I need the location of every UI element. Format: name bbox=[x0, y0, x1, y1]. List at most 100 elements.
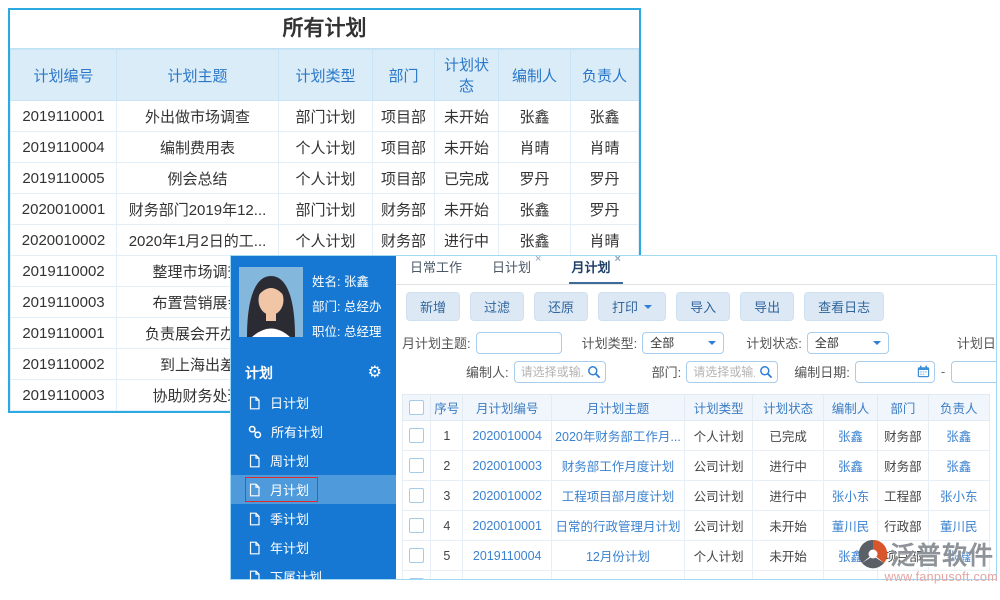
close-icon[interactable]: × bbox=[535, 256, 541, 272]
cell-plan-id: 2019110004 bbox=[11, 132, 117, 163]
cell-dept: 项目部 bbox=[878, 541, 928, 571]
plan-date-label: 计划日期: bbox=[957, 333, 996, 352]
dept-label: 部门: bbox=[652, 362, 682, 381]
cell-plan-status: 未开始 bbox=[753, 541, 823, 571]
close-icon[interactable]: × bbox=[614, 256, 620, 272]
page-title: 所有计划 bbox=[10, 10, 639, 49]
sidebar-item-monthly-plan[interactable]: 月计划 bbox=[231, 475, 396, 504]
cell-creator-link[interactable]: 张鑫 bbox=[823, 451, 877, 481]
user-info: 姓名: 张鑫 部门: 总经办 职位: 总经理 bbox=[312, 267, 381, 345]
row-checkbox[interactable] bbox=[409, 458, 424, 473]
cell-plan-subject-link[interactable]: 工程项目部月度计划 bbox=[552, 481, 685, 511]
sidebar-item-weekly-plan[interactable]: 周计划 bbox=[231, 446, 396, 475]
row-checkbox[interactable] bbox=[409, 578, 424, 579]
cell-plan-type: 部门计划 bbox=[684, 571, 752, 580]
cell-plan-id-link[interactable]: 2020010003 bbox=[463, 451, 552, 481]
sidebar-menu: 日计划 所有计划 周计划 月计划 季计划 年计划 下属计划 bbox=[231, 388, 396, 591]
cell-plan-subject-link[interactable]: 财务部工作月度计划 bbox=[552, 451, 685, 481]
user-card: 姓名: 张鑫 部门: 总经办 职位: 总经理 bbox=[231, 256, 396, 354]
sidebar-item-daily-plan[interactable]: 日计划 bbox=[231, 388, 396, 417]
row-checkbox[interactable] bbox=[409, 518, 424, 533]
cell-plan-type: 部门计划 bbox=[279, 101, 373, 132]
cell-owner-link[interactable]: 张鑫 bbox=[928, 421, 990, 451]
cell-plan-subject: 外出做市场调查 bbox=[117, 101, 279, 132]
tab-daily-plan[interactable]: 日计划 × bbox=[490, 256, 543, 284]
cell-plan-type: 个人计划 bbox=[279, 132, 373, 163]
gear-icon[interactable]: ⚙ bbox=[368, 366, 382, 380]
creator-label: 编制人: bbox=[466, 362, 509, 381]
cell-creator-link[interactable]: 张鑫 bbox=[823, 571, 877, 580]
row-checkbox[interactable] bbox=[409, 428, 424, 443]
col-owner: 负责人 bbox=[571, 50, 639, 101]
select-all-checkbox[interactable] bbox=[409, 400, 424, 415]
cell-plan-id-link[interactable]: 2020010004 bbox=[463, 421, 552, 451]
search-icon[interactable] bbox=[587, 365, 601, 379]
calendar-icon[interactable] bbox=[917, 365, 930, 378]
cell-creator: 肖晴 bbox=[499, 132, 571, 163]
file-icon bbox=[248, 512, 261, 526]
sidebar-item-yearly-plan[interactable]: 年计划 bbox=[231, 533, 396, 562]
search-icon[interactable] bbox=[759, 365, 773, 379]
table-row: 2019110004 编制费用表 个人计划 项目部 未开始 肖晴 肖晴 bbox=[11, 132, 639, 163]
cell-plan-type: 部门计划 bbox=[279, 194, 373, 225]
cell-plan-subject-link[interactable]: 12月份计划 bbox=[552, 541, 685, 571]
user-name: 姓名: 张鑫 bbox=[312, 270, 381, 295]
view-log-button[interactable]: 查看日志 bbox=[804, 292, 884, 321]
filter-button[interactable]: 过滤 bbox=[470, 292, 524, 321]
cell-plan-id-link[interactable]: 2019110002 bbox=[463, 571, 552, 580]
cell-plan-subject-link[interactable]: 11月部门计划 bbox=[552, 571, 685, 580]
row-checkbox[interactable] bbox=[409, 488, 424, 503]
status-select[interactable]: 全部 bbox=[807, 332, 889, 354]
cell-plan-status: 进行中 bbox=[435, 225, 499, 256]
sidebar-item-all-plans[interactable]: 所有计划 bbox=[231, 417, 396, 446]
restore-button[interactable]: 还原 bbox=[534, 292, 588, 321]
print-label: 打印 bbox=[612, 297, 638, 316]
cell-plan-subject-link[interactable]: 日常的行政管理月计划 bbox=[552, 511, 685, 541]
cell-index: 2 bbox=[431, 451, 463, 481]
type-select[interactable]: 全部 bbox=[642, 332, 724, 354]
add-button[interactable]: 新增 bbox=[406, 292, 460, 321]
type-label: 计划类型: bbox=[582, 333, 638, 352]
sidebar-item-subordinate-plan[interactable]: 下属计划 bbox=[231, 562, 396, 591]
tab-monthly-plan[interactable]: 月计划 × bbox=[569, 256, 622, 284]
cell-plan-status: 已完成 bbox=[435, 163, 499, 194]
col-index: 序号 bbox=[431, 395, 463, 421]
sidebar-item-quarterly-plan[interactable]: 季计划 bbox=[231, 504, 396, 533]
print-button[interactable]: 打印 bbox=[598, 292, 666, 321]
cell-plan-subject-link[interactable]: 2020年财务部工作月... bbox=[552, 421, 685, 451]
export-button[interactable]: 导出 bbox=[740, 292, 794, 321]
cell-dept: 工程部 bbox=[878, 481, 928, 511]
cell-owner-link[interactable]: 张鑫 bbox=[928, 541, 990, 571]
cell-plan-id-link[interactable]: 2020010002 bbox=[463, 481, 552, 511]
cell-owner-link[interactable]: 张小东 bbox=[928, 481, 990, 511]
table-row: 5 2019110004 12月份计划 个人计划 未开始 张鑫 项目部 张鑫 bbox=[403, 541, 990, 571]
cell-creator-link[interactable]: 董川民 bbox=[823, 511, 877, 541]
cell-creator-link[interactable]: 张鑫 bbox=[823, 541, 877, 571]
date-range-separator: - bbox=[941, 364, 945, 379]
cell-plan-id-link[interactable]: 2020010001 bbox=[463, 511, 552, 541]
cell-dept: 财务部 bbox=[373, 194, 435, 225]
section-title: 计划 bbox=[245, 363, 273, 383]
cell-index: 5 bbox=[431, 541, 463, 571]
cell-dept: 项目部 bbox=[373, 101, 435, 132]
import-button[interactable]: 导入 bbox=[676, 292, 730, 321]
row-checkbox[interactable] bbox=[409, 548, 424, 563]
cell-owner-link[interactable]: 李薇 bbox=[928, 571, 990, 580]
cell-owner-link[interactable]: 董川民 bbox=[928, 511, 990, 541]
subject-input[interactable] bbox=[476, 332, 562, 354]
cell-plan-id-link[interactable]: 2019110004 bbox=[463, 541, 552, 571]
table-row: 6 2019110002 11月部门计划 部门计划 进行中 张鑫 人事部 李薇 bbox=[403, 571, 990, 580]
col-plan-subject: 月计划主题 bbox=[552, 395, 685, 421]
file-icon bbox=[248, 396, 261, 410]
cell-creator-link[interactable]: 张小东 bbox=[823, 481, 877, 511]
tab-label: 日常工作 bbox=[410, 257, 462, 276]
cell-owner-link[interactable]: 张鑫 bbox=[928, 451, 990, 481]
chevron-down-icon bbox=[873, 341, 881, 349]
create-date-end-input[interactable] bbox=[951, 361, 996, 383]
cell-dept: 行政部 bbox=[878, 511, 928, 541]
cell-creator-link[interactable]: 张鑫 bbox=[823, 421, 877, 451]
cell-plan-id: 2020010001 bbox=[11, 194, 117, 225]
tab-daily-work[interactable]: 日常工作 bbox=[408, 256, 464, 284]
cell-plan-type: 公司计划 bbox=[684, 481, 752, 511]
col-plan-type: 计划类型 bbox=[684, 395, 752, 421]
